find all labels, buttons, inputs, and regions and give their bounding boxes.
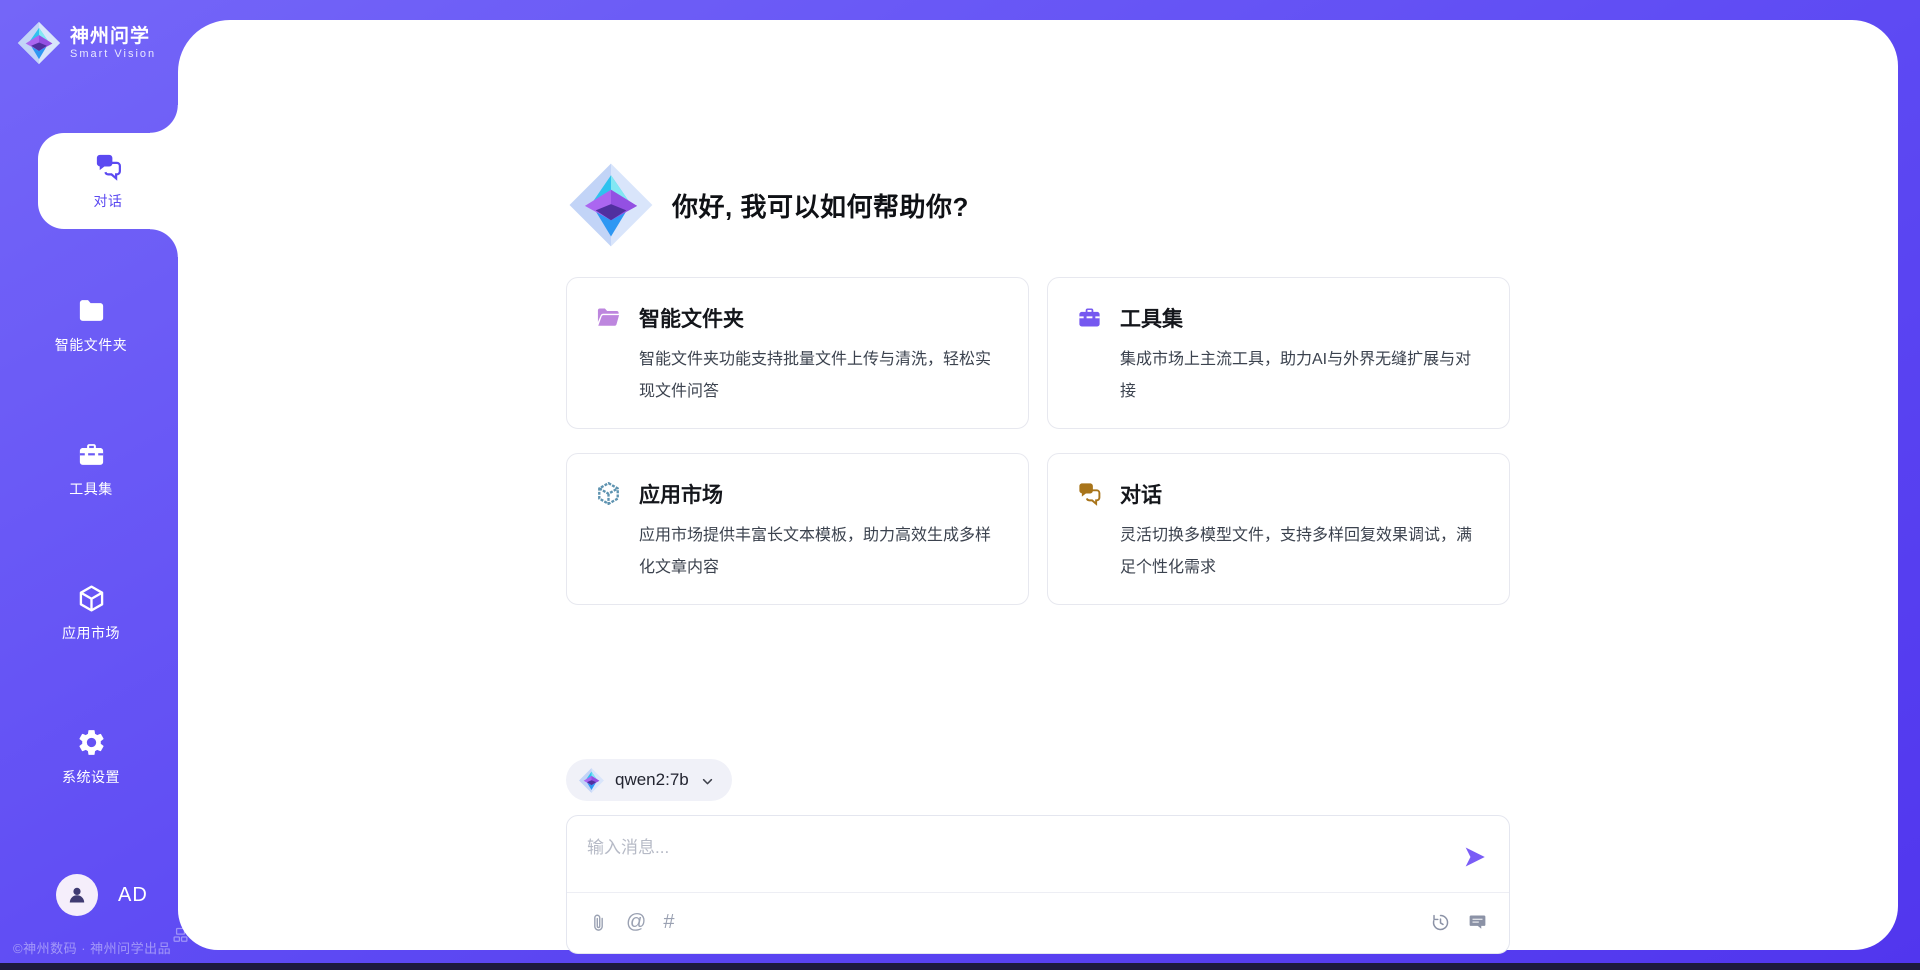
bottom-strip bbox=[0, 963, 1920, 970]
toolbar-right bbox=[1430, 912, 1488, 933]
card-title: 工具集 bbox=[1120, 303, 1481, 333]
card-smart-folder[interactable]: 智能文件夹 智能文件夹功能支持批量文件上传与清洗，轻松实现文件问答 bbox=[566, 277, 1029, 429]
sidebar-item-smart-folder[interactable]: 智能文件夹 bbox=[16, 277, 166, 373]
welcome-header: 你好, 我可以如何帮助你? bbox=[566, 160, 1510, 250]
card-toolset[interactable]: 工具集 集成市场上主流工具，助力AI与外界无缝扩展与对接 bbox=[1047, 277, 1510, 429]
sidebar-item-label: 智能文件夹 bbox=[55, 335, 128, 355]
folder-icon bbox=[76, 295, 107, 326]
message-input-card: 输入消息... @ # bbox=[566, 815, 1510, 954]
card-chat[interactable]: 对话 灵活切换多模型文件，支持多样回复效果调试，满足个性化需求 bbox=[1047, 453, 1510, 605]
sidebar-item-label: 应用市场 bbox=[62, 623, 120, 643]
welcome-title: 你好, 我可以如何帮助你? bbox=[672, 187, 969, 224]
diamond-logo-icon bbox=[578, 767, 605, 794]
copyright-footer: ©神州数码 · 神州问学出品 bbox=[13, 938, 171, 957]
card-description: 智能文件夹功能支持批量文件上传与清洗，轻松实现文件问答 bbox=[639, 344, 1000, 408]
toolbox-icon bbox=[1076, 304, 1103, 331]
sidebar-item-label: 工具集 bbox=[69, 479, 113, 499]
content-area: 你好, 我可以如何帮助你? 智能文件夹 智能文件夹功能支持批量文件上传与清洗，轻… bbox=[178, 20, 1898, 950]
history-icon[interactable] bbox=[1430, 912, 1451, 933]
card-title: 智能文件夹 bbox=[639, 303, 1000, 333]
gear-icon bbox=[76, 727, 107, 758]
chat-icon bbox=[93, 151, 124, 182]
chevron-down-icon bbox=[699, 773, 716, 790]
user-row: AD bbox=[56, 874, 148, 916]
hash-icon[interactable]: # bbox=[663, 912, 674, 932]
card-title: 对话 bbox=[1120, 479, 1481, 509]
chat-bubble-icon[interactable] bbox=[1467, 912, 1488, 933]
at-icon[interactable]: @ bbox=[626, 912, 646, 932]
sidebar-nav: 对话 智能文件夹 工具集 bbox=[0, 133, 178, 805]
cube-icon bbox=[76, 583, 107, 614]
diamond-logo-icon bbox=[16, 20, 62, 66]
input-toolbar: @ # bbox=[567, 891, 1509, 953]
model-name: qwen2:7b bbox=[615, 770, 689, 790]
paperclip-icon[interactable] bbox=[588, 912, 609, 933]
diamond-logo-icon bbox=[566, 160, 656, 250]
sidebar: 神州问学 Smart Vision 对话 智能文件夹 bbox=[0, 0, 178, 970]
brand-subtitle: Smart Vision bbox=[70, 48, 156, 60]
user-name: AD bbox=[118, 884, 148, 907]
avatar[interactable] bbox=[56, 874, 98, 916]
sidebar-item-label: 系统设置 bbox=[62, 767, 120, 787]
toolbox-icon bbox=[76, 439, 107, 470]
card-description: 应用市场提供丰富长文本模板，助力高效生成多样化文章内容 bbox=[639, 520, 1000, 584]
composer: qwen2:7b 输入消息... @ # bbox=[566, 759, 1510, 954]
sidebar-item-label: 对话 bbox=[94, 191, 123, 211]
person-icon bbox=[65, 883, 89, 907]
feature-cards: 智能文件夹 智能文件夹功能支持批量文件上传与清洗，轻松实现文件问答 bbox=[566, 277, 1510, 605]
card-app-market[interactable]: 应用市场 应用市场提供丰富长文本模板，助力高效生成多样化文章内容 bbox=[566, 453, 1029, 605]
sidebar-item-toolset[interactable]: 工具集 bbox=[16, 421, 166, 517]
sidebar-item-chat[interactable]: 对话 bbox=[38, 133, 178, 229]
model-selector[interactable]: qwen2:7b bbox=[566, 759, 732, 801]
card-description: 集成市场上主流工具，助力AI与外界无缝扩展与对接 bbox=[1120, 344, 1481, 408]
brand: 神州问学 Smart Vision bbox=[16, 20, 156, 66]
card-description: 灵活切换多模型文件，支持多样回复效果调试，满足个性化需求 bbox=[1120, 520, 1481, 584]
brand-title: 神州问学 bbox=[70, 26, 156, 48]
message-input[interactable]: 输入消息... bbox=[587, 833, 1439, 858]
send-icon[interactable] bbox=[1462, 844, 1488, 870]
chat-icon bbox=[1076, 480, 1103, 507]
folder-open-icon bbox=[595, 304, 622, 331]
card-title: 应用市场 bbox=[639, 479, 1000, 509]
sidebar-item-settings[interactable]: 系统设置 bbox=[16, 709, 166, 805]
sidebar-item-app-market[interactable]: 应用市场 bbox=[16, 565, 166, 661]
cube-icon bbox=[595, 480, 622, 507]
